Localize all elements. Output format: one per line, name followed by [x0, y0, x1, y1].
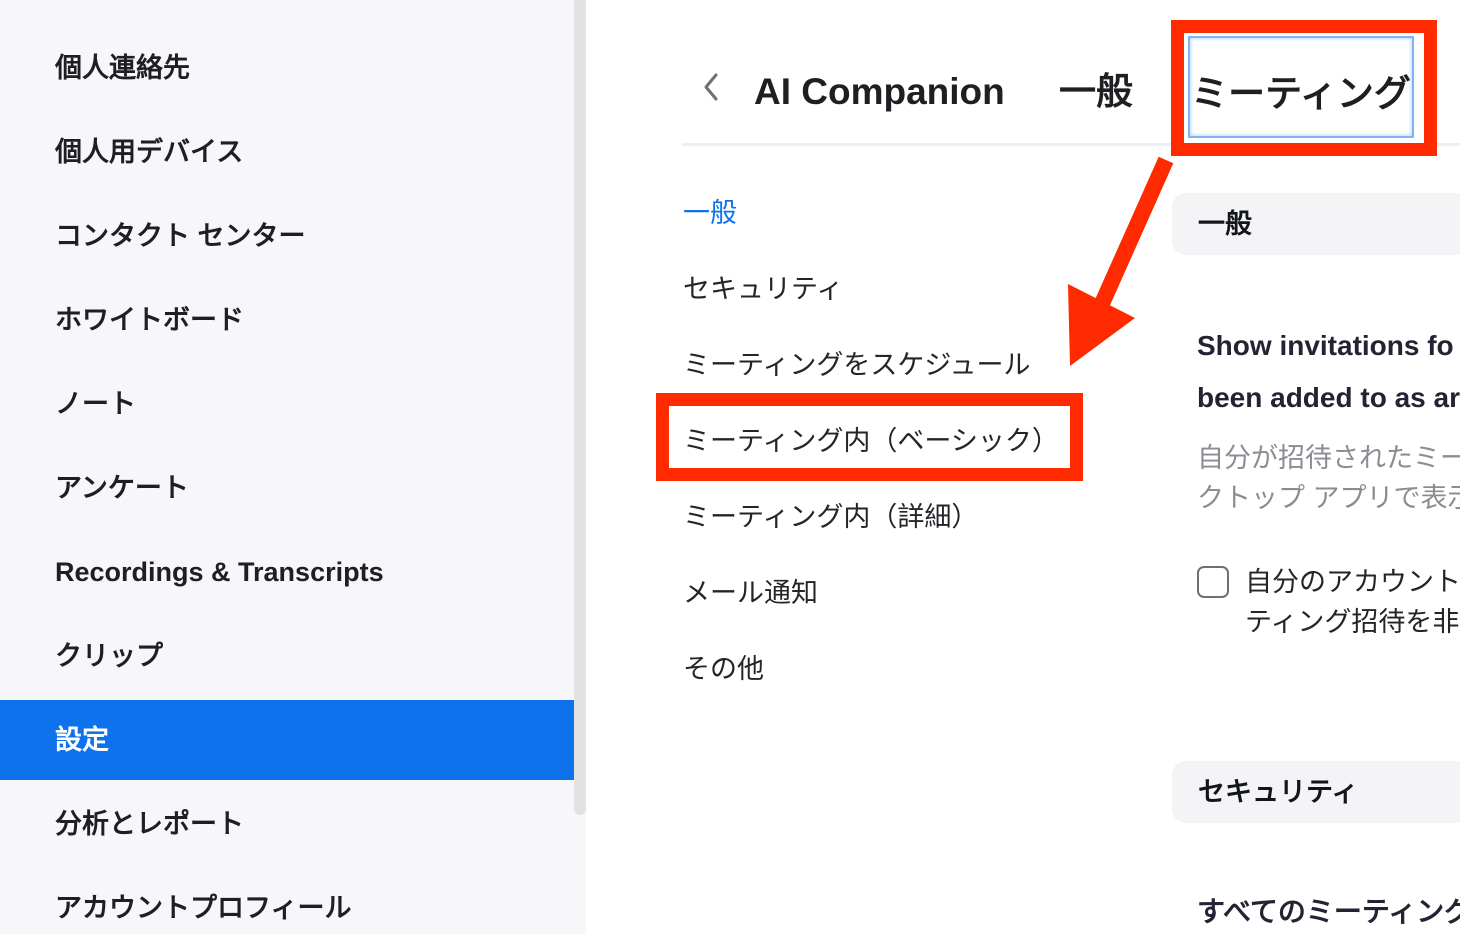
sidebar-item-recordings[interactable]: Recordings & Transcripts [0, 530, 574, 614]
section-header-security: セキュリティ [1172, 761, 1460, 823]
sidebar-item-clips[interactable]: クリップ [0, 614, 574, 698]
back-button[interactable] [700, 70, 724, 104]
section-nav-schedule-meeting[interactable]: ミーティングをスケジュール [683, 342, 1059, 418]
sidebar-item-personal-contacts[interactable]: 個人連絡先 [0, 26, 574, 110]
section-nav-general[interactable]: 一般 [683, 190, 1059, 266]
section-nav: 一般 セキュリティ ミーティングをスケジュール ミーティング内（ベーシック） ミ… [683, 190, 1059, 722]
sidebar-item-account-profile[interactable]: アカウントプロフィール [0, 866, 574, 950]
sidebar-item-settings[interactable]: 設定 [0, 700, 574, 780]
section-nav-email-notifications[interactable]: メール通知 [683, 570, 1059, 646]
setting-title: Show invitations fo been added to as ar [1197, 320, 1460, 424]
sidebar-item-personal-devices[interactable]: 個人用デバイス [0, 110, 574, 194]
setting-title-line: Show invitations fo [1197, 330, 1454, 361]
sidebar-item-reports[interactable]: 分析とレポート [0, 782, 574, 866]
checkbox-label-line: 自分のアカウント [1245, 567, 1460, 597]
hide-invitations-checkbox-label[interactable]: 自分のアカウント ティング招待を非 [1245, 562, 1460, 642]
sidebar-item-surveys[interactable]: アンケート [0, 446, 574, 530]
tab-general[interactable]: 一般 [1059, 68, 1133, 116]
setting-description: 自分が招待されたミー クトップ アプリで表示 [1197, 438, 1460, 518]
settings-tabs: AI Companion 一般 ミーティング [682, 0, 1460, 146]
setting-title-all-meetings: すべてのミーティング [1197, 896, 1460, 927]
section-nav-in-meeting-basic[interactable]: ミーティング内（ベーシック） [683, 418, 1059, 494]
section-header-general: 一般 [1172, 193, 1460, 255]
setting-description-line: 自分が招待されたミー [1197, 443, 1460, 473]
sidebar-item-contact-center[interactable]: コンタクト センター [0, 194, 574, 278]
sidebar-item-whiteboard[interactable]: ホワイトボード [0, 278, 574, 362]
setting-title-line: been added to as ar [1197, 382, 1460, 413]
sidebar-item-notes[interactable]: ノート [0, 362, 574, 446]
sidebar: 個人連絡先 個人用デバイス コンタクト センター ホワイトボード ノート アンケ… [0, 0, 574, 934]
setting-description-line: クトップ アプリで表示 [1197, 483, 1460, 513]
checkbox-label-line: ティング招待を非 [1245, 607, 1460, 637]
sidebar-scrollbar-thumb[interactable] [574, 0, 586, 815]
section-nav-in-meeting-advanced[interactable]: ミーティング内（詳細） [683, 494, 1059, 570]
tab-ai-companion[interactable]: AI Companion [754, 68, 1005, 116]
section-nav-other[interactable]: その他 [683, 646, 1059, 722]
section-nav-security[interactable]: セキュリティ [683, 266, 1059, 342]
hide-invitations-checkbox[interactable] [1197, 566, 1229, 598]
chevron-left-icon [704, 73, 718, 101]
sidebar-list: 個人連絡先 個人用デバイス コンタクト センター ホワイトボード ノート アンケ… [0, 26, 574, 950]
tab-meeting[interactable]: ミーティング [1188, 36, 1414, 138]
